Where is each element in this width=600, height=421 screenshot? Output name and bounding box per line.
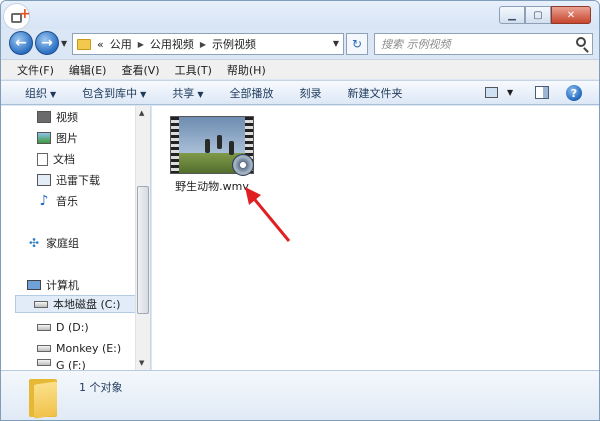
film-strip-icon (171, 117, 179, 173)
nav-item-drive-f[interactable]: G (F:) (37, 359, 86, 370)
menu-tools[interactable]: 工具(T) (175, 62, 212, 78)
refresh-icon: ↻ (351, 37, 363, 51)
window-controls: ▁ ▢ ✕ (499, 6, 591, 24)
breadcrumb-public-videos[interactable]: 公用视频 (150, 36, 194, 52)
menu-view[interactable]: 查看(V) (121, 62, 159, 78)
chevron-down-icon: ▼ (197, 89, 204, 99)
close-icon: ✕ (566, 9, 576, 21)
chevron-down-icon: ▼ (50, 89, 57, 99)
breadcrumb-overflow[interactable]: « (97, 38, 104, 51)
drive-icon (34, 300, 48, 308)
chevron-down-icon: ▼ (140, 89, 147, 99)
menu-file[interactable]: 文件(F) (17, 62, 54, 78)
preview-pane-icon[interactable] (535, 86, 549, 99)
nav-item-computer[interactable]: 计算机 (27, 276, 79, 294)
plus-icon: + (19, 6, 31, 22)
breadcrumb-sample-videos[interactable]: 示例视频 (212, 36, 256, 52)
navigation-row: ← → ▼ « 公用 ▶ 公用视频 ▶ 示例视频 ▼ ↻ 搜索 示例视频 (1, 29, 599, 57)
navigation-pane: 视频 图片 文档 迅雷下载 ♪ 音乐 ✣ 家庭组 计算机 本地磁盘 (C:) D (… (1, 106, 151, 370)
view-options-icon[interactable] (485, 87, 498, 98)
nav-item-drive-d[interactable]: D (D:) (37, 318, 89, 336)
item-count: 1 个对象 (79, 381, 123, 394)
include-in-library-button[interactable]: 包含到库中 ▼ (82, 85, 146, 101)
command-bar: 组织 ▼ 包含到库中 ▼ 共享 ▼ 全部播放 刻录 新建文件夹 ▼ ? (1, 80, 599, 105)
forward-button[interactable]: → (35, 31, 59, 55)
download-folder-icon (37, 174, 51, 186)
breadcrumb-public[interactable]: 公用 (110, 36, 132, 52)
folder-icon (29, 377, 57, 419)
new-folder-button[interactable]: 新建文件夹 (347, 85, 402, 101)
scroll-thumb[interactable] (137, 186, 149, 314)
minimize-icon: ▁ (508, 9, 516, 21)
title-bar: + ▁ ▢ ✕ (1, 1, 599, 30)
share-button[interactable]: 共享 ▼ (172, 85, 203, 101)
homegroup-icon: ✣ (28, 236, 40, 250)
maximize-button[interactable]: ▢ (525, 6, 551, 24)
nav-item-music[interactable]: ♪ 音乐 (37, 192, 78, 210)
arrow-left-icon: ← (15, 35, 27, 51)
search-icon[interactable] (576, 37, 586, 47)
scroll-down-icon[interactable]: ▼ (139, 359, 144, 367)
nav-item-documents[interactable]: 文档 (37, 150, 75, 168)
music-note-icon: ♪ (39, 193, 49, 209)
search-box[interactable]: 搜索 示例视频 (374, 33, 593, 55)
nav-item-thunder-downloads[interactable]: 迅雷下载 (37, 171, 100, 189)
nav-item-videos[interactable]: 视频 (37, 108, 78, 126)
scroll-up-icon[interactable]: ▲ (139, 109, 144, 117)
recent-pages-dropdown[interactable]: ▼ (61, 39, 67, 48)
menu-bar: 文件(F) 编辑(E) 查看(V) 工具(T) 帮助(H) (1, 59, 599, 79)
nav-item-homegroup[interactable]: ✣ 家庭组 (27, 234, 79, 252)
file-list-area: 野生动物.wmv (152, 106, 599, 370)
help-icon[interactable]: ? (566, 85, 582, 101)
drive-icon (37, 323, 51, 331)
maximize-icon: ▢ (533, 9, 543, 21)
back-button[interactable]: ← (9, 31, 33, 55)
menu-help[interactable]: 帮助(H) (227, 62, 266, 78)
play-all-button[interactable]: 全部播放 (229, 85, 273, 101)
search-input[interactable]: 搜索 示例视频 (381, 36, 451, 52)
explorer-window: + ▁ ▢ ✕ ← → ▼ « 公用 ▶ 公用视频 ▶ 示例视频 ▼ ↻ 搜索 … (0, 0, 600, 421)
chevron-right-icon[interactable]: ▶ (138, 40, 144, 49)
menu-edit[interactable]: 编辑(E) (69, 62, 107, 78)
nav-item-drive-c[interactable]: 本地磁盘 (C:) (15, 295, 137, 313)
app-icon[interactable]: + (3, 3, 31, 30)
close-button[interactable]: ✕ (551, 6, 591, 24)
chevron-right-icon[interactable]: ▶ (200, 40, 206, 49)
arrow-right-icon: → (41, 35, 53, 51)
nav-item-pictures[interactable]: 图片 (37, 129, 78, 147)
refresh-button[interactable]: ↻ (346, 33, 368, 55)
computer-icon (27, 280, 41, 290)
chevron-down-icon[interactable]: ▼ (507, 88, 513, 97)
address-bar[interactable]: « 公用 ▶ 公用视频 ▶ 示例视频 ▼ (72, 33, 344, 55)
minimize-button[interactable]: ▁ (499, 6, 525, 24)
document-library-icon (37, 152, 48, 166)
drive-icon (37, 344, 51, 352)
film-reel-icon (232, 154, 254, 176)
nav-item-drive-e[interactable]: Monkey (E:) (37, 339, 121, 357)
red-arrow-annotation (245, 187, 291, 242)
drive-icon (37, 359, 51, 366)
chevron-down-icon[interactable]: ▼ (333, 39, 339, 48)
details-pane: 1 个对象 (1, 370, 599, 420)
nav-scrollbar[interactable]: ▲ ▼ (135, 106, 150, 370)
video-library-icon (37, 111, 51, 123)
burn-button[interactable]: 刻录 (299, 85, 321, 101)
picture-library-icon (37, 132, 51, 144)
organize-button[interactable]: 组织 ▼ (25, 85, 56, 101)
folder-icon (77, 38, 91, 50)
